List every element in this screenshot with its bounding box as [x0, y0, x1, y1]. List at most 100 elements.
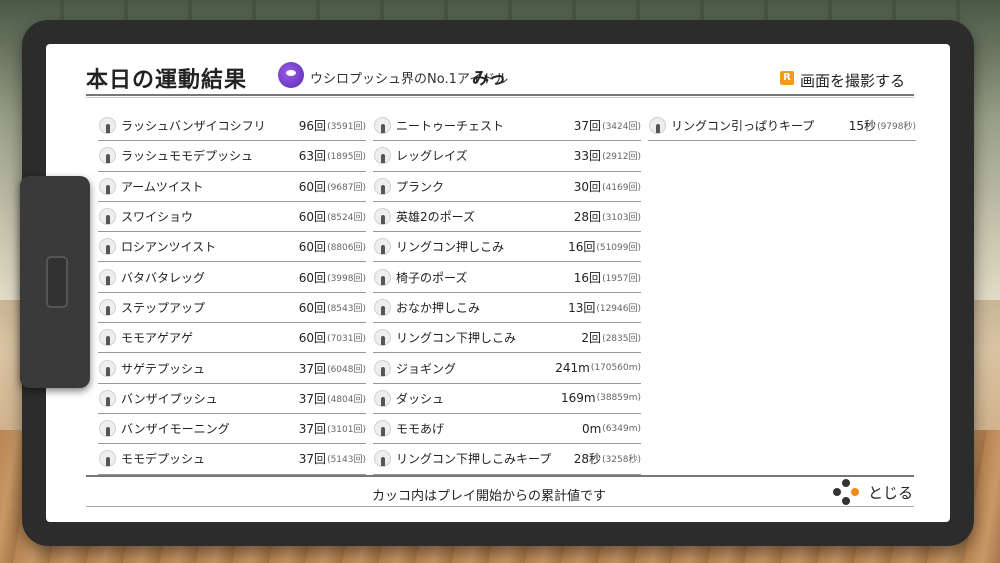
- exercise-name: リングコン下押しこみ: [396, 331, 517, 346]
- exercise-total: (9687回): [327, 182, 366, 193]
- exercise-figure-icon: [374, 298, 391, 316]
- exercise-row: 椅子のポーズ 16回 (1957回): [373, 262, 641, 293]
- close-button[interactable]: とじる: [868, 482, 913, 503]
- avatar-icon: [278, 62, 304, 88]
- exercise-total: (8543回): [327, 303, 366, 314]
- exercise-row: リングコン下押しこみ 2回 (2835回): [373, 323, 641, 354]
- exercise-count: 37回: [298, 391, 327, 406]
- exercise-name: モモアゲアゲ: [121, 331, 194, 346]
- exercise-total: (3424回): [602, 122, 641, 133]
- exercise-name: ニートゥーチェスト: [396, 119, 505, 134]
- exercise-name: レッグレイズ: [396, 149, 468, 164]
- exercise-figure-icon: [99, 268, 116, 286]
- exercise-row: スワイショウ 60回 (8524回): [98, 202, 366, 233]
- exercise-name: ステップアップ: [121, 300, 206, 315]
- exercise-row: プランク 30回 (4169回): [373, 172, 641, 202]
- exercise-count: 241m: [555, 361, 590, 376]
- exercise-figure-icon: [374, 208, 391, 226]
- exercise-row: ステップアップ 60回 (8543回): [98, 293, 366, 324]
- exercise-column-3: リングコン引っぱりキープ 15秒 (9798秒): [648, 111, 916, 142]
- exercise-row: モモあげ 0m (6349m): [373, 414, 641, 445]
- exercise-count: 60回: [298, 240, 327, 255]
- exercise-column-2: ニートゥーチェスト 37回 (3424回) レッグレイズ 33回 (2912回) プランク 3…: [373, 111, 641, 475]
- exercise-figure-icon: [374, 117, 391, 135]
- exercise-total: (3103回): [602, 213, 641, 224]
- exercise-count: 16回: [568, 240, 596, 255]
- exercise-count: 60回: [298, 331, 327, 346]
- exercise-count: 30回: [573, 179, 602, 194]
- exercise-row: モモアゲアゲ 60回 (7031回): [98, 323, 366, 354]
- exercise-figure-icon: [99, 420, 116, 438]
- exercise-name: モモデプッシュ: [121, 452, 206, 467]
- exercise-total: (2912回): [602, 152, 641, 163]
- exercise-row: レッグレイズ 33回 (2912回): [373, 141, 641, 172]
- exercise-total: (1957回): [602, 273, 641, 284]
- exercise-count: 60回: [298, 210, 327, 225]
- exercise-total: (3998回): [327, 273, 366, 284]
- exercise-count: 60回: [298, 270, 327, 285]
- exercise-name: 椅子のポーズ: [396, 270, 468, 285]
- exercise-name: アームツイスト: [121, 179, 204, 194]
- exercise-name: バンザイモーニング: [121, 422, 230, 437]
- user-name: みっ: [472, 69, 506, 89]
- exercise-total: (3101回): [327, 425, 366, 436]
- exercise-total: (170560m): [590, 363, 641, 374]
- exercise-count: 16回: [573, 270, 602, 285]
- exercise-row: ジョギング 241m (170560m): [373, 353, 641, 384]
- exercise-name: スワイショウ: [121, 210, 194, 225]
- exercise-count: 15秒: [848, 119, 877, 134]
- exercise-total: (6048回): [327, 364, 366, 375]
- exercise-total: (12946回): [596, 303, 641, 314]
- header-divider-thin: [86, 97, 914, 98]
- exercise-figure-icon: [649, 117, 666, 135]
- exercise-count: 28秒: [573, 452, 602, 467]
- exercise-name: ダッシュ: [396, 391, 445, 406]
- exercise-figure-icon: [99, 177, 116, 195]
- exercise-total: (9798秒): [877, 122, 916, 133]
- exercise-name: バタバタレッグ: [121, 270, 206, 285]
- exercise-column-1: ラッシュバンザイコシフリ 96回 (3591回) ラッシュモモデプッシュ 63回 (189…: [98, 111, 366, 475]
- exercise-total: (5143回): [327, 455, 366, 466]
- exercise-figure-icon: [99, 329, 116, 347]
- exercise-count: 169m: [560, 391, 596, 406]
- exercise-row: ニートゥーチェスト 37回 (3424回): [373, 111, 641, 142]
- button-cluster-icon: [832, 479, 860, 505]
- exercise-row: アームツイスト 60回 (9687回): [98, 172, 366, 202]
- exercise-row: バンザイモーニング 37回 (3101回): [98, 414, 366, 445]
- exercise-total: (2835回): [602, 334, 641, 345]
- exercise-row: バタバタレッグ 60回 (3998回): [98, 262, 366, 293]
- exercise-count: 33回: [573, 149, 602, 164]
- exercise-name: 英雄2のポーズ: [396, 210, 476, 225]
- exercise-figure-icon: [99, 117, 116, 135]
- exercise-name: バンザイプッシュ: [121, 391, 218, 406]
- exercise-name: リングコン下押しこみキープ: [396, 452, 552, 467]
- exercise-figure-icon: [99, 147, 116, 165]
- capture-screen-button[interactable]: 画面を撮影する: [800, 70, 905, 91]
- exercise-figure-icon: [374, 420, 391, 438]
- grip-notch: [46, 256, 68, 308]
- exercise-row: ダッシュ 169m (38859m): [373, 384, 641, 414]
- exercise-figure-icon: [374, 177, 391, 195]
- exercise-count: 63回: [298, 149, 327, 164]
- exercise-figure-icon: [99, 359, 116, 377]
- exercise-figure-icon: [99, 450, 116, 468]
- exercise-count: 28回: [573, 210, 602, 225]
- exercise-name: サゲテプッシュ: [121, 361, 206, 376]
- exercise-row: 英雄2のポーズ 28回 (3103回): [373, 202, 641, 233]
- page-title: 本日の運動結果: [86, 68, 248, 93]
- exercise-count: 0m: [581, 421, 602, 436]
- footer-divider-thin: [86, 506, 914, 507]
- exercise-total: (38859m): [596, 393, 641, 404]
- exercise-figure-icon: [99, 298, 116, 316]
- exercise-figure-icon: [374, 329, 391, 347]
- exercise-row: ロシアンツイスト 60回 (8806回): [98, 232, 366, 263]
- exercise-name: リングコン押しこみ: [396, 240, 505, 255]
- exercise-name: ラッシュバンザイコシフリ: [121, 119, 266, 134]
- exercise-figure-icon: [99, 238, 116, 256]
- exercise-total: (1895回): [327, 152, 366, 163]
- exercise-name: モモあげ: [396, 422, 445, 437]
- exercise-total: (8806回): [327, 243, 366, 254]
- exercise-total: (3591回): [327, 122, 366, 133]
- exercise-count: 96回: [298, 119, 327, 134]
- exercise-row: サゲテプッシュ 37回 (6048回): [98, 353, 366, 384]
